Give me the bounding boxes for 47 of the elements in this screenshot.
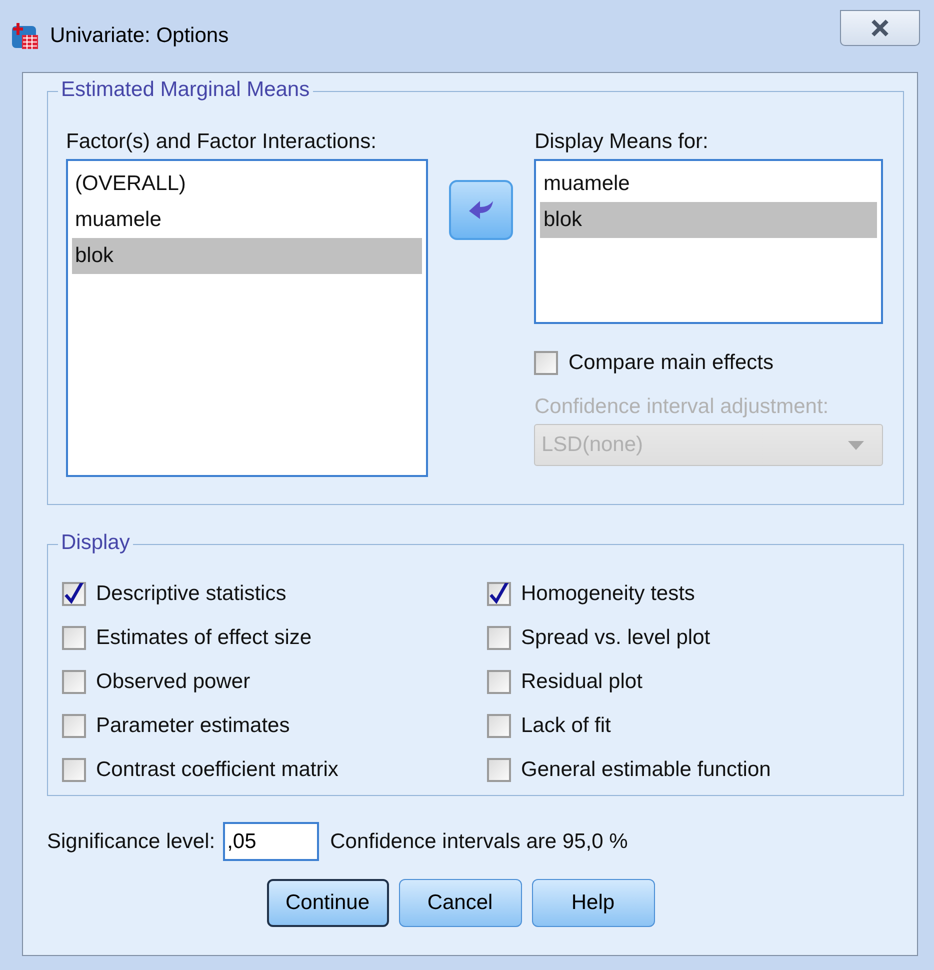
list-item[interactable]: blok — [540, 202, 877, 238]
list-label: Factor(s) and Factor Interactions: — [66, 129, 378, 155]
left-arrow-icon — [467, 198, 496, 222]
list-label: Display Means for: — [534, 129, 710, 155]
checkbox[interactable] — [62, 582, 86, 606]
dropdown-label: Confidence interval adjustment: — [534, 394, 830, 420]
dialog-button[interactable]: Continue — [266, 879, 388, 927]
checkbox[interactable] — [487, 758, 511, 782]
significance-field[interactable]: ,05 — [223, 822, 320, 861]
list-item[interactable]: muamele — [72, 202, 422, 238]
checkbox-label: Residual plot — [521, 669, 642, 696]
checkbox-label: Spread vs. level plot — [521, 625, 710, 652]
list-item[interactable]: blok — [72, 238, 422, 274]
list-item[interactable]: (OVERALL) — [72, 166, 422, 202]
app-icon — [10, 21, 40, 51]
group-title: Display — [58, 531, 133, 555]
checkbox[interactable] — [487, 626, 511, 650]
checkbox-label: Lack of fit — [521, 713, 611, 740]
close-icon — [870, 19, 890, 37]
significance-label: Significance level: — [47, 828, 216, 855]
window-title: Univariate: Options — [50, 23, 229, 50]
checkbox-label: Compare main effects — [568, 350, 774, 376]
group-title: Estimated Marginal Means — [58, 78, 313, 102]
dropdown-arrow-icon — [848, 440, 864, 450]
checkbox[interactable] — [62, 670, 86, 694]
close-button[interactable] — [840, 10, 920, 46]
checkbox-label: Contrast coefficient matrix — [96, 757, 338, 784]
factors-list[interactable]: (OVERALL) muamele blok — [66, 159, 428, 477]
dialog-button[interactable]: Help — [532, 879, 654, 927]
checkbox[interactable] — [62, 758, 86, 782]
checkbox[interactable] — [62, 626, 86, 650]
list-item[interactable]: muamele — [540, 166, 877, 202]
confidence-note: Confidence intervals are 95,0 % — [330, 828, 628, 855]
move-button[interactable] — [449, 180, 514, 240]
display-means-list[interactable]: muamele blok — [534, 159, 883, 324]
checkbox-label: Estimates of effect size — [96, 625, 312, 652]
checkbox-label: Observed power — [96, 669, 250, 696]
checkbox[interactable] — [487, 582, 511, 606]
checkbox-label: Descriptive statistics — [96, 581, 286, 608]
dialog-button[interactable]: Cancel — [398, 879, 522, 927]
checkbox[interactable] — [62, 714, 86, 738]
checkbox[interactable] — [487, 670, 511, 694]
checkbox-label: Parameter estimates — [96, 713, 290, 740]
checkbox-label: Homogeneity tests — [521, 581, 695, 608]
checkbox[interactable] — [487, 714, 511, 738]
checkbox-label: General estimable function — [521, 757, 771, 784]
checkbox[interactable] — [534, 351, 558, 375]
